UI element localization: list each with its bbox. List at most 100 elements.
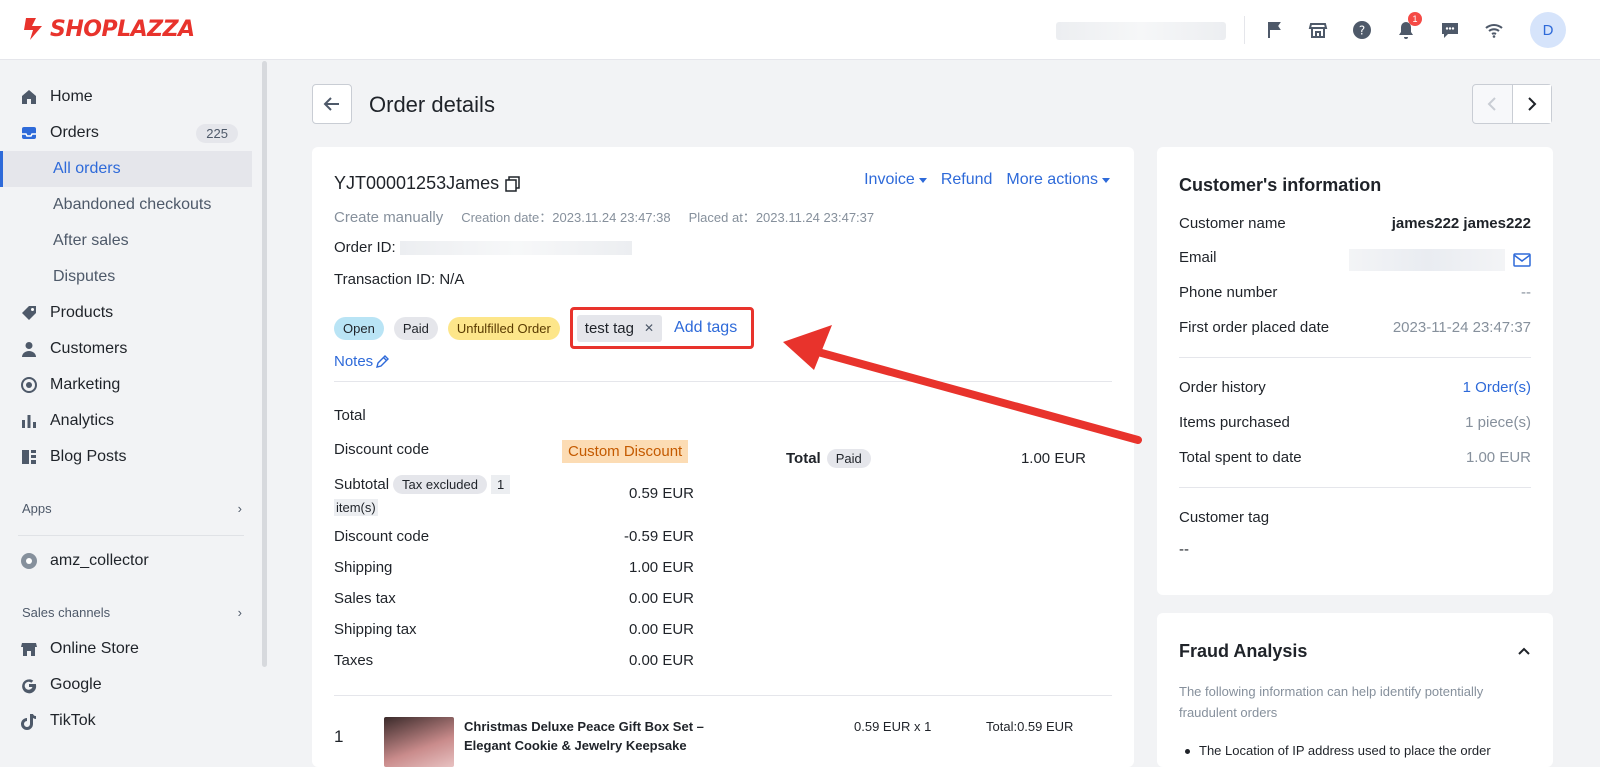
sidebar-item-all-orders[interactable]: All orders bbox=[0, 151, 252, 187]
shipping-value: 1.00 EUR bbox=[628, 559, 694, 576]
apps-section[interactable]: Apps › bbox=[22, 501, 242, 516]
product-title-link[interactable]: Christmas Deluxe Peace Gift Box Set – El… bbox=[464, 717, 734, 767]
sidebar-item-label: Orders bbox=[50, 124, 99, 141]
order-id-blurred bbox=[399, 241, 632, 256]
app-icon bbox=[20, 552, 38, 570]
sidebar-item-blog-posts[interactable]: Blog Posts bbox=[0, 439, 252, 475]
grand-total-label: Total bbox=[786, 450, 821, 467]
mail-icon[interactable] bbox=[1513, 253, 1531, 267]
fraud-analysis-title: Fraud Analysis bbox=[1179, 641, 1308, 661]
customer-tag-label: Customer tag bbox=[1179, 509, 1270, 526]
sidebar-item-marketing[interactable]: Marketing bbox=[0, 367, 252, 403]
google-icon bbox=[20, 676, 38, 694]
sidebar-item-analytics[interactable]: Analytics bbox=[0, 403, 252, 439]
product-thumbnail[interactable] bbox=[384, 717, 454, 767]
order-history-link[interactable]: 1 Order(s) bbox=[1463, 379, 1531, 396]
line-item-price-qty: 0.59 EUR x 1 bbox=[854, 719, 932, 734]
caret-down-icon bbox=[1102, 177, 1110, 183]
divider bbox=[1179, 357, 1531, 358]
discount-value: -0.59 EUR bbox=[623, 528, 694, 545]
sidebar-item-label: amz_collector bbox=[50, 552, 149, 569]
sidebar-scrollbar[interactable] bbox=[262, 61, 267, 667]
chevron-right-icon: › bbox=[237, 501, 242, 516]
add-tags-button[interactable]: Add tags bbox=[674, 319, 737, 337]
status-badge-open: Open bbox=[334, 316, 384, 340]
order-tag: test tag ✕ bbox=[576, 314, 663, 342]
more-actions-dropdown[interactable]: More actions bbox=[1006, 171, 1110, 189]
sidebar-item-label: Blog Posts bbox=[50, 448, 127, 465]
grand-total-value: 1.00 EUR bbox=[1020, 450, 1086, 467]
notes-link[interactable]: Notes bbox=[334, 353, 390, 370]
shipping-tax-row: Shipping tax 0.00 EUR bbox=[334, 621, 694, 638]
status-badge-unfulfilled: Unfulfilled Order bbox=[447, 316, 560, 340]
subtotal-row: Subtotal Tax excluded 1 0.59 EUR bbox=[334, 475, 694, 502]
sidebar-item-google[interactable]: Google bbox=[0, 667, 252, 703]
fraud-analysis-bullet: The Location of IP address used to place… bbox=[1179, 741, 1531, 761]
sidebar-item-abandoned-checkouts[interactable]: Abandoned checkouts bbox=[0, 187, 252, 223]
page-title: Order details bbox=[369, 92, 495, 117]
tax-excluded-badge: Tax excluded bbox=[393, 475, 487, 494]
apps-label: Apps bbox=[22, 501, 52, 516]
placed-at: Placed at：2023.11.24 23:47:37 bbox=[689, 207, 875, 226]
order-number-text: YJT00001253James bbox=[334, 173, 500, 193]
total-spent-value: 1.00 EUR bbox=[1465, 449, 1531, 466]
sidebar-item-products[interactable]: Products bbox=[0, 295, 252, 331]
line-item-index: 1 bbox=[334, 727, 344, 746]
creation-date: Creation date：2023.11.24 23:47:38 bbox=[461, 207, 670, 226]
next-order-button[interactable] bbox=[1511, 85, 1551, 123]
wifi-icon[interactable] bbox=[1482, 18, 1506, 42]
first-order-row: First order placed date 2023-11-24 23:47… bbox=[1179, 319, 1531, 336]
sidebar-item-disputes[interactable]: Disputes bbox=[0, 259, 252, 295]
refund-button[interactable]: Refund bbox=[941, 171, 993, 189]
notification-bell-icon[interactable]: 1 bbox=[1394, 12, 1422, 42]
store-icon[interactable] bbox=[1306, 18, 1330, 42]
back-button[interactable] bbox=[312, 84, 352, 124]
invoice-label: Invoice bbox=[864, 171, 915, 188]
order-tags-box: test tag ✕ Add tags bbox=[569, 307, 755, 349]
chevron-right-icon: › bbox=[237, 605, 242, 620]
sidebar-item-tiktok[interactable]: TikTok bbox=[0, 703, 252, 739]
sidebar-item-label: Analytics bbox=[50, 412, 115, 429]
sidebar-item-amz-collector[interactable]: amz_collector bbox=[0, 543, 252, 579]
sidebar-item-label: TikTok bbox=[50, 712, 96, 729]
pencil-icon bbox=[376, 354, 390, 368]
sales-channels-label: Sales channels bbox=[22, 605, 111, 620]
chat-icon[interactable] bbox=[1438, 18, 1462, 42]
sidebar-item-home[interactable]: Home bbox=[0, 79, 252, 115]
svg-text:?: ? bbox=[1359, 24, 1365, 38]
sidebar-item-orders[interactable]: Orders 225 bbox=[0, 115, 252, 151]
caret-down-icon bbox=[918, 177, 927, 183]
phone-row: Phone number -- bbox=[1179, 284, 1531, 301]
discount-label: Discount code bbox=[334, 528, 430, 545]
sidebar-item-customers[interactable]: Customers bbox=[0, 331, 252, 367]
close-icon[interactable]: ✕ bbox=[644, 321, 654, 335]
help-icon[interactable]: ? bbox=[1350, 18, 1374, 42]
more-actions-label: More actions bbox=[1006, 171, 1098, 188]
chevron-up-icon[interactable] bbox=[1517, 643, 1531, 660]
customer-name-value: james222 james222 bbox=[1391, 215, 1531, 232]
sidebar-item-online-store[interactable]: Online Store bbox=[0, 631, 252, 667]
phone-value: -- bbox=[1521, 284, 1531, 301]
sales-channels-section[interactable]: Sales channels › bbox=[22, 605, 242, 620]
shoplazza-logo[interactable]: SHOPLAZZA bbox=[22, 16, 195, 42]
grand-total: Total Paid 1.00 EUR bbox=[786, 449, 1086, 468]
divider bbox=[1244, 16, 1245, 44]
totals-title: Total bbox=[334, 407, 366, 424]
shipping-tax-value: 0.00 EUR bbox=[628, 621, 694, 638]
customer-name-label: Customer name bbox=[1179, 215, 1286, 232]
order-meta: Create manually Creation date：2023.11.24… bbox=[334, 207, 874, 226]
invoice-dropdown[interactable]: Invoice bbox=[864, 171, 927, 189]
avatar[interactable]: D bbox=[1530, 12, 1566, 48]
shoplazza-logo-icon bbox=[24, 18, 42, 40]
total-spent-label: Total spent to date bbox=[1179, 449, 1302, 466]
previous-order-button[interactable] bbox=[1473, 85, 1512, 123]
sales-tax-row: Sales tax 0.00 EUR bbox=[334, 590, 694, 607]
order-history-row: Order history 1 Order(s) bbox=[1179, 379, 1531, 396]
sales-tax-label: Sales tax bbox=[334, 590, 396, 607]
status-badge-paid: Paid bbox=[393, 316, 438, 340]
top-bar: SHOPLAZZA ? 1 D bbox=[0, 0, 1600, 60]
sidebar-item-after-sales[interactable]: After sales bbox=[0, 223, 252, 259]
flag-icon[interactable] bbox=[1262, 18, 1286, 42]
total-spent-row: Total spent to date 1.00 EUR bbox=[1179, 449, 1531, 466]
copy-icon[interactable] bbox=[505, 175, 521, 192]
